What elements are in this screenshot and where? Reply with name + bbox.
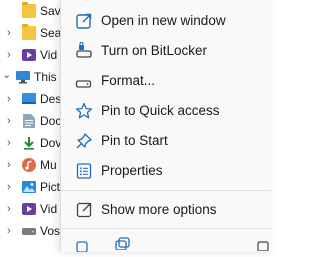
videos-icon [22, 202, 36, 216]
chevron-right-icon[interactable]: › [7, 49, 11, 61]
chevron-right-icon[interactable]: › [7, 203, 11, 215]
music-icon [22, 158, 36, 172]
tree-item-label: Dov [40, 136, 62, 150]
tree-item-label: Pict [40, 180, 61, 194]
menu-separator [61, 228, 271, 229]
pictures-icon [22, 180, 36, 194]
star-icon [75, 102, 93, 120]
turn-on-bitlocker-item[interactable]: Turn on BitLocker [61, 36, 271, 66]
tree-item-label: Vid [40, 48, 58, 62]
menu-item-label: Format... [101, 73, 156, 88]
tree-item-label: Sav [40, 4, 61, 18]
folder-icon [22, 24, 36, 40]
tree-item-label: Doc [40, 114, 62, 128]
drive-icon [22, 224, 36, 238]
format-item[interactable]: Format... [61, 66, 271, 96]
open-in-new-window-item[interactable]: Open in new window [61, 6, 271, 36]
chevron-right-icon[interactable]: › [7, 159, 11, 171]
cut-icon[interactable] [75, 238, 93, 257]
pin-to-start-item[interactable]: Pin to Start [61, 126, 271, 156]
context-menu: Open in new window Turn on BitLocker For… [60, 0, 271, 255]
downloads-icon [22, 136, 36, 150]
videos-icon [22, 48, 36, 62]
menu-item-label: Pin to Quick access [101, 103, 220, 118]
chevron-right-icon[interactable]: › [7, 115, 11, 127]
menu-separator [61, 190, 271, 191]
folder-icon [22, 2, 36, 18]
monitor-icon [16, 70, 30, 84]
menu-item-label: Show more options [101, 202, 217, 217]
tree-item-label: Des [40, 92, 62, 106]
menu-item-label: Pin to Start [101, 133, 168, 148]
chevron-right-icon[interactable]: › [7, 225, 11, 237]
tree-item-label: Mu [40, 158, 57, 172]
tree-item-label: Vos [40, 224, 61, 238]
show-more-options-item[interactable]: Show more options [61, 195, 271, 225]
chevron-down-icon[interactable]: ⌄ [2, 69, 11, 81]
documents-icon [23, 114, 37, 128]
copy-icon[interactable] [113, 236, 131, 255]
open-new-window-icon [75, 12, 93, 30]
pin-icon [75, 132, 93, 150]
chevron-right-icon[interactable]: › [7, 93, 11, 105]
tree-item-label: Vid [40, 202, 58, 216]
format-drive-icon [75, 72, 93, 90]
share-icon[interactable] [257, 238, 271, 256]
tree-item-label: Sea [40, 26, 62, 40]
menu-item-label: Turn on BitLocker [101, 43, 208, 58]
desktop-icon [22, 92, 36, 106]
pin-to-quick-access-item[interactable]: Pin to Quick access [61, 96, 271, 126]
chevron-right-icon[interactable]: › [7, 137, 11, 149]
properties-icon [75, 162, 93, 180]
menu-item-label: Open in new window [101, 13, 226, 28]
menu-item-label: Properties [101, 163, 163, 178]
bitlocker-icon [75, 42, 93, 60]
tree-item-label: This I [34, 70, 64, 84]
chevron-right-icon[interactable]: › [7, 27, 11, 39]
chevron-right-icon[interactable]: › [7, 181, 11, 193]
show-more-options-icon [75, 201, 93, 219]
properties-item[interactable]: Properties [61, 156, 271, 186]
